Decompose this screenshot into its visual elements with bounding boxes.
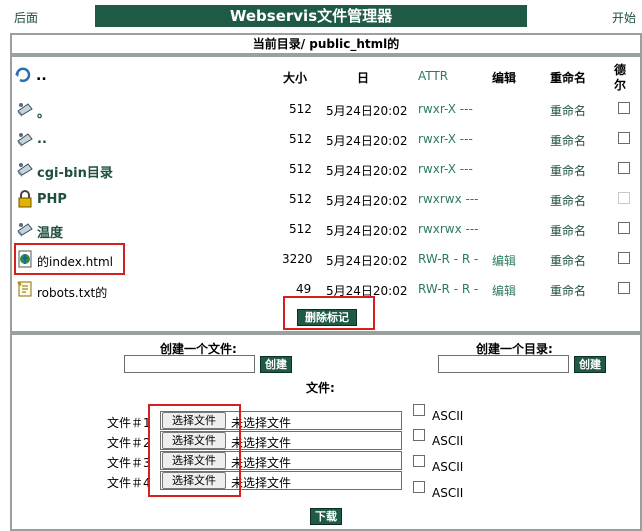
edit-link[interactable]: 编辑 [492,252,516,269]
file-date: 5月24日20:02 [326,254,408,268]
back-link[interactable]: 后面 [14,9,38,26]
ascii-checkbox[interactable] [413,455,425,467]
col-rename: 重命名 [550,71,587,85]
current-directory-label: 当前目录/ public_html的 [252,37,400,51]
upload-file-label: 文件＃4 [107,476,151,490]
rename-link[interactable]: 重命名 [550,102,586,119]
file-attr[interactable]: rwxrwx --- [418,222,479,236]
upload-label: 文件: [306,381,335,395]
file-date: 5月24日20:02 [326,224,408,238]
up-directory-link[interactable]: .. [36,68,47,84]
file-attr[interactable]: rwxrwx --- [418,192,479,206]
file-attr[interactable]: rwxr-X --- [418,102,473,116]
ascii-label: ASCII [432,460,464,474]
delete-checkbox[interactable] [618,222,630,234]
create-dir-input[interactable] [438,355,569,373]
home-link[interactable]: 开始 [612,9,636,26]
ascii-checkbox[interactable] [413,481,425,493]
path-bar: 当前目录/ public_html的 [10,33,642,55]
file-name-link[interactable]: cgi-bin目录 [37,162,113,181]
file-size: 512 [289,222,312,236]
file-size: 512 [289,192,312,206]
file-size: 512 [289,162,312,176]
rename-link[interactable]: 重命名 [550,192,586,209]
delete-checkbox[interactable] [618,282,630,294]
app-title: Webservis文件管理器 [95,5,527,27]
ascii-label: ASCII [432,409,464,423]
rename-link[interactable]: 重命名 [550,132,586,149]
ascii-checkbox[interactable] [413,429,425,441]
file-date: 5月24日20:02 [326,104,408,118]
delete-checkbox[interactable] [618,102,630,114]
file-name-link[interactable]: .. [37,132,47,147]
upload-submit-button[interactable]: 下载 [310,508,342,525]
file-attr[interactable]: RW-R - R - [418,252,478,266]
delete-marked-button[interactable]: 删除标记 [297,309,357,326]
col-attr: ATTR [418,69,449,83]
upload-file-label: 文件＃1 [107,416,151,430]
file-size: 3220 [282,252,313,266]
col-delete-line2: 尔 [614,78,627,92]
create-file-button[interactable]: 创建 [260,356,292,373]
edit-link[interactable]: 编辑 [492,282,516,299]
col-size: 大小 [283,71,308,85]
top-bar: 后面 Webservis文件管理器 开始 [0,0,642,32]
create-file-input[interactable] [124,355,255,373]
file-date: 5月24日20:02 [326,164,408,178]
file-date: 5月24日20:02 [326,134,408,148]
file-name-link[interactable]: 温度 [37,222,63,241]
ascii-label: ASCII [432,486,464,500]
delete-checkbox[interactable] [618,132,630,144]
delete-checkbox[interactable] [618,162,630,174]
rename-link[interactable]: 重命名 [550,222,586,239]
ascii-checkbox[interactable] [413,404,425,416]
highlight-index-file [14,243,125,275]
file-attr[interactable]: rwxr-X --- [418,162,473,176]
file-size: 512 [289,102,312,116]
upload-file-label: 文件＃2 [107,436,151,450]
file-size: 512 [289,132,312,146]
folder-icon [16,160,34,181]
rename-link[interactable]: 重命名 [550,162,586,179]
col-date: 日 [357,71,370,85]
ascii-label: ASCII [432,434,464,448]
file-date: 5月24日20:02 [326,194,408,208]
file-attr[interactable]: rwxr-X --- [418,132,473,146]
upload-file-label: 文件＃3 [107,456,151,470]
up-directory-icon[interactable] [14,66,32,87]
lock-icon [16,190,34,211]
file-name-link[interactable]: robots.txt的 [37,284,107,301]
file-name-link[interactable]: 。 [37,102,50,121]
text-file-icon [16,280,34,301]
folder-icon [16,220,34,241]
folder-icon [16,130,34,151]
file-name-link[interactable]: PHP [37,192,67,207]
create-dir-button[interactable]: 创建 [574,356,606,373]
file-size: 49 [296,282,312,296]
rename-link[interactable]: 重命名 [550,252,586,269]
folder-icon [16,100,34,121]
delete-checkbox[interactable] [618,252,630,264]
rename-link[interactable]: 重命名 [550,282,586,299]
file-attr[interactable]: RW-R - R - [418,282,478,296]
highlight-choose-file-buttons [148,404,241,497]
col-edit: 编辑 [492,71,517,85]
delete-checkbox[interactable] [618,192,630,204]
